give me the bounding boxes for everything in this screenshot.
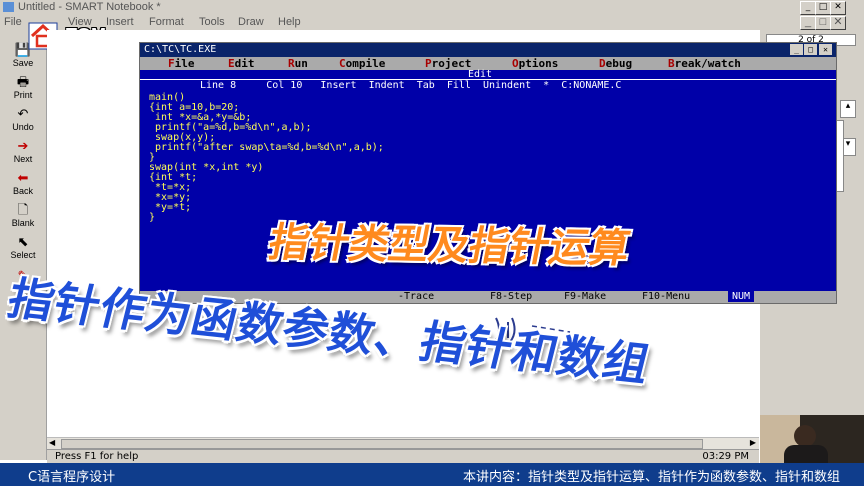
dos-menu-debug[interactable]: Debug	[599, 57, 632, 70]
tool-label: Print	[13, 90, 33, 100]
tool-label: Next	[13, 154, 33, 164]
menu-file[interactable]: File	[4, 16, 22, 28]
dos-title-bar: C:\TC\TC.EXE _ □ ✕	[140, 43, 836, 57]
menu-format[interactable]: Format	[149, 16, 184, 28]
dos-menu-edit[interactable]: Edit	[228, 57, 255, 70]
code-editor[interactable]: main() {int a=10,b=20; int *x=&a,*y=&b; p…	[149, 93, 384, 223]
course-name: C语言程序设计	[28, 470, 116, 485]
dos-menu-project[interactable]: Project	[425, 57, 471, 70]
dos-maximize-button[interactable]: □	[804, 44, 817, 55]
doc-minimize-button[interactable]: _	[800, 16, 816, 30]
scroll-right-icon[interactable]: ▶	[750, 438, 756, 447]
tool-label: Save	[12, 58, 34, 68]
tool-undo[interactable]: ↶ Undo	[0, 106, 46, 136]
tool-next[interactable]: ➔ Next	[0, 138, 46, 168]
scroll-thumb[interactable]	[61, 439, 703, 449]
fkey-menu[interactable]: F10-Menu	[642, 291, 690, 302]
editor-status-text: Line 8 Col 10 Insert Indent Tab Fill Uni…	[200, 80, 622, 91]
left-toolbar: 💾 Save 🖶 Print ↶ Undo ➔ Next ⬅ Back 🗋 Bl…	[0, 30, 47, 460]
menu-tools[interactable]: Tools	[199, 16, 225, 28]
printer-icon: 🖶	[16, 74, 30, 89]
minimize-button[interactable]: _	[800, 1, 816, 15]
clock: 03:29 PM	[702, 451, 749, 462]
tool-label: Blank	[11, 218, 35, 228]
panel-scroll-up[interactable]: ▴	[840, 100, 856, 118]
menu-draw[interactable]: Draw	[238, 16, 264, 28]
dos-menu-run[interactable]: Run	[288, 57, 308, 70]
doc-close-button[interactable]: ✕	[830, 16, 846, 30]
fkey-make[interactable]: F9-Make	[564, 291, 606, 302]
pointer-icon: ⬉	[17, 234, 29, 249]
tool-label: Undo	[12, 122, 34, 132]
caption-bar: C语言程序设计 本讲内容：指针类型及指针运算、指针作为函数参数、指针和数组	[0, 463, 864, 486]
help-hint: Press F1 for help	[55, 451, 139, 462]
menu-bar: File View Insert Format Tools Draw Help …	[0, 15, 864, 30]
presenter-head	[794, 425, 816, 447]
tool-label: Select	[10, 250, 36, 260]
tool-blank[interactable]: 🗋 Blank	[0, 202, 46, 232]
fkey-step[interactable]: F8-Step	[490, 291, 532, 302]
next-arrow-icon: ➔	[17, 138, 29, 153]
maximize-button[interactable]: □	[815, 1, 831, 15]
horizontal-scrollbar[interactable]: ◀ ▶	[47, 437, 759, 449]
presenter-video	[760, 415, 864, 463]
tool-print[interactable]: 🖶 Print	[0, 74, 46, 104]
tool-label: Back	[12, 186, 33, 196]
dos-close-button[interactable]: ✕	[819, 44, 832, 55]
dos-minimize-button[interactable]: _	[790, 44, 803, 55]
tool-select[interactable]: ⬉ Select	[0, 234, 46, 264]
presenter-body	[784, 445, 828, 463]
overlay-title-pointer-types: 指针类型及指针运算	[264, 219, 634, 273]
editor-status-line: Line 8 Col 10 Insert Indent Tab Fill Uni…	[140, 79, 836, 92]
dos-menu-compile[interactable]: Compile	[339, 57, 385, 70]
num-lock-indicator: NUM	[728, 291, 755, 302]
lecture-topics: 本讲内容：指针类型及指针运算、指针作为函数参数、指针和数组	[462, 470, 840, 485]
app-icon	[3, 2, 14, 12]
dos-menu-options[interactable]: Options	[512, 57, 558, 70]
dos-title: C:\TC\TC.EXE	[144, 44, 217, 55]
back-arrow-icon: ⬅	[17, 170, 29, 185]
blank-page-icon: 🗋	[17, 202, 29, 217]
dos-menu-file[interactable]: File	[168, 57, 195, 70]
menu-help[interactable]: Help	[278, 16, 301, 28]
scroll-left-icon[interactable]: ◀	[49, 438, 55, 447]
dos-menu-breakwatch[interactable]: Break/watch	[668, 57, 741, 70]
undo-icon: ↶	[17, 106, 29, 121]
status-bar: Press F1 for help 03:29 PM	[47, 449, 759, 464]
code-line: printf("after swap\ta=%d,b=%d\n",a,b);	[149, 142, 384, 153]
tool-back[interactable]: ⬅ Back	[0, 170, 46, 200]
fkey-trace[interactable]: -Trace	[398, 291, 434, 302]
app-title: Untitled - SMART Notebook *	[18, 1, 161, 13]
doc-restore-button[interactable]: □	[815, 16, 831, 30]
app-title-bar: Untitled - SMART Notebook * _ □ ✕	[0, 0, 864, 16]
close-button[interactable]: ✕	[830, 1, 846, 15]
